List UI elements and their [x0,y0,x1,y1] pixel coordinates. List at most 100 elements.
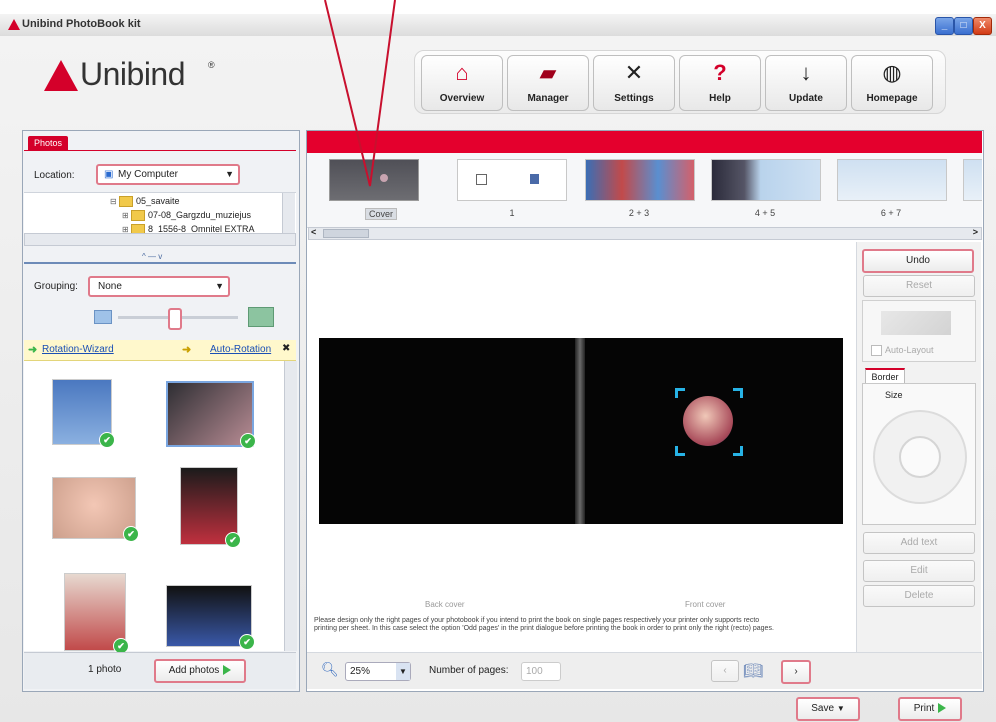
homepage-button[interactable]: ◍ Homepage [851,55,933,111]
tab-border[interactable]: Border [865,368,905,384]
tree-vertical-scrollbar[interactable] [282,193,295,233]
maximize-button[interactable]: □ [954,17,973,35]
photo-count: 1 photo [88,664,122,675]
edit-button[interactable]: Edit [863,560,975,582]
next-page-button[interactable]: › [781,660,811,684]
page-thumb-6-7[interactable] [837,159,947,201]
photos-footer: 1 photo Add photos [24,652,296,689]
green-arrow-icon [938,703,947,714]
scroll-right-icon: > [972,227,978,237]
size-label: Size [885,390,903,400]
zoom-select[interactable]: 25% ▼ [345,662,411,681]
page-strip: Cover 1 2 + 3 4 + 5 6 + 7 [307,153,982,228]
save-button[interactable]: Save ▼ [796,697,860,721]
slider-thumb[interactable] [168,308,182,330]
main-toolbar: ⌂ Overview ▰ Manager ✕ Settings ? Help ↓… [414,50,946,114]
manager-label: Manager [527,93,569,104]
settings-button[interactable]: ✕ Settings [593,55,675,111]
page-thumb-cover[interactable] [329,159,419,201]
scroll-thumb[interactable] [323,229,369,238]
computer-icon: ▣ [104,169,114,180]
small-image-icon [94,310,112,324]
page-thumb-2-3[interactable] [585,159,695,201]
print-hint-text: Please design only the right pages of yo… [314,617,774,632]
help-button[interactable]: ? Help [679,55,761,111]
download-icon: ↓ [800,60,812,85]
auto-rotation-icon: ➜ [182,344,192,356]
print-button[interactable]: Print [898,697,962,721]
update-button[interactable]: ↓ Update [765,55,847,111]
pages-label: Number of pages: [429,665,509,676]
selection-handle[interactable] [733,446,743,456]
editor-bottom-bar: 🔍︎ 25% ▼ Number of pages: 100 ‹ 📖︎ › [307,652,982,689]
photo-thumbnail[interactable]: ✔ [64,573,129,654]
editor-header-bar [307,131,982,153]
wrench-screwdriver-icon: ✕ [624,60,644,85]
close-button[interactable]: X [973,17,992,35]
grouping-value: None [98,281,122,292]
checkmark-icon: ✔ [225,532,241,548]
rotation-wizard-link[interactable]: Rotation-Wizard [42,344,114,355]
photo-thumbnail[interactable]: ✔ [166,381,256,449]
size-dial-center[interactable] [899,436,941,478]
page-thumb-next[interactable] [963,159,982,201]
prev-page-button[interactable]: ‹ [711,660,739,682]
panel-splitter[interactable]: ^ — v [24,252,296,264]
close-icon[interactable]: ✖ [282,343,290,354]
location-value: My Computer [118,169,179,180]
thumbnails-scrollbar[interactable] [284,361,297,651]
folder-icon: ▰ [539,60,557,85]
pages-input[interactable]: 100 [521,662,561,681]
tree-horizontal-scrollbar[interactable] [24,233,296,246]
tree-item[interactable]: ⊟ 05_savaite [110,196,180,208]
pages-value: 100 [526,666,543,677]
front-cover-page[interactable] [585,338,843,524]
manager-button[interactable]: ▰ Manager [507,55,589,111]
auto-rotation-link[interactable]: Auto-Rotation [210,344,271,355]
chevron-down-icon: ▼ [396,663,410,680]
print-label: Print [913,703,935,714]
overview-button[interactable]: ⌂ Overview [421,55,503,111]
page-label-4-5: 4 + 5 [754,208,776,218]
minimize-button[interactable]: _ [935,17,954,35]
folder-icon [130,210,145,222]
book-canvas: Back cover Front cover [307,240,855,650]
help-person-icon: ? [713,60,727,85]
add-photos-button[interactable]: Add photos [154,659,246,683]
location-select[interactable]: ▣ My Computer ▼ [96,164,240,185]
window-titlebar: Unibind PhotoBook kit _ □ X [0,14,996,37]
photo-thumbnail[interactable]: ✔ [166,585,255,650]
chevron-down-icon: ▼ [215,281,224,291]
reset-button[interactable]: Reset [863,275,975,297]
grouping-select[interactable]: None ▼ [88,276,230,297]
selection-handle[interactable] [675,446,685,456]
tree-item[interactable]: ⊞ 07-08_Gargzdu_muziejus [122,210,251,222]
logo-registered-mark: ® [208,60,215,70]
page-thumb-1[interactable] [457,159,567,201]
photo-thumbnail[interactable]: ✔ [52,379,115,448]
page-strip-scrollbar[interactable]: < > [308,227,982,240]
photo-thumbnail[interactable]: ✔ [180,467,241,548]
help-label: Help [709,93,731,104]
auto-layout-checkbox[interactable] [871,345,882,356]
photo-thumbnail[interactable]: ✔ [52,477,139,542]
tab-photos[interactable]: Photos [28,136,68,150]
auto-layout-box: Auto-Layout [862,300,976,362]
cover-photo[interactable] [683,396,733,446]
undo-button[interactable]: Undo [862,249,974,273]
tree-item-label: 07-08_Gargzdu_muziejus [147,210,251,220]
thumbnail-size-slider[interactable] [90,306,280,330]
selection-handle[interactable] [733,388,743,398]
delete-button[interactable]: Delete [863,585,975,607]
back-cover-page[interactable] [319,338,575,524]
chevron-down-icon: ▼ [836,704,845,713]
homepage-label: Homepage [866,93,918,104]
selection-handle[interactable] [675,388,685,398]
page-label-6-7: 6 + 7 [880,208,902,218]
page-thumb-4-5[interactable] [711,159,821,201]
checkmark-icon: ✔ [239,634,255,650]
folder-icon [118,196,133,208]
tree-item-label: 05_savaite [135,196,180,206]
add-text-button[interactable]: Add text [863,532,975,554]
tools-sidebar: Undo Reset Auto-Layout Border Size Add t… [856,242,981,652]
